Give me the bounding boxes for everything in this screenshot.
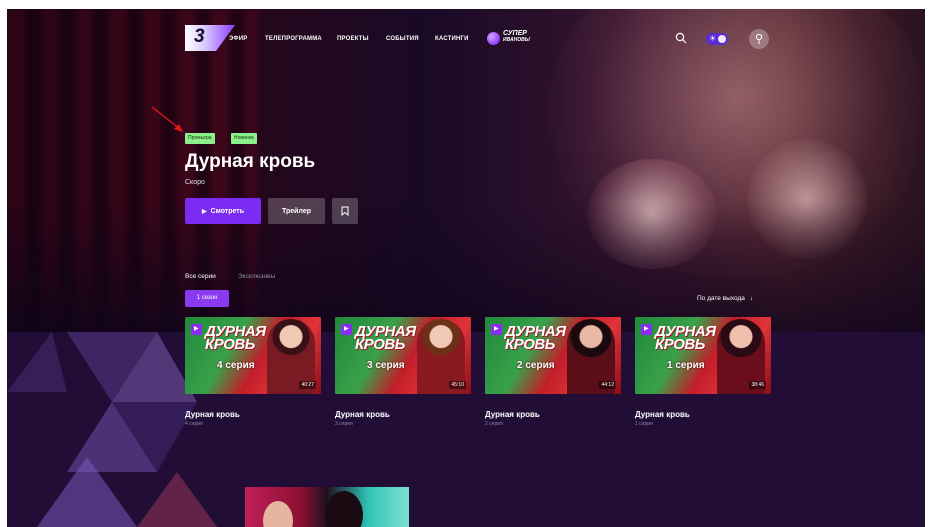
logo-number: 3 [194,26,205,47]
nav-item-events[interactable]: СОБЫТИЯ [386,36,419,42]
trailer-button[interactable]: Трейлер [268,198,325,224]
play-icon: ▶ [491,324,502,335]
episode-number: 3 серия [335,421,353,427]
nav-item-castings[interactable]: КАСТИНГИ [435,36,469,42]
sort-control[interactable]: По дате выхода ↓ [697,295,753,302]
play-icon: ▶ [341,324,352,335]
play-icon: ▶ [641,324,652,335]
episode-title[interactable]: Дурная кровь [485,410,540,419]
watch-button[interactable]: ▶ Смотреть [185,198,261,224]
duration-badge: 38:46 [749,381,766,389]
red-arrow-icon [151,106,183,132]
sort-label: По дате выхода [697,295,745,302]
play-icon: ▶ [191,324,202,335]
duration-badge: 40:27 [299,381,316,389]
tab-all-episodes[interactable]: Все серии [185,273,216,280]
episode-card[interactable]: ДУРНАЯ КРОВЬ 3 серия ▶ 45:10 Дурная кров… [335,317,471,427]
episode-thumbnail[interactable]: ДУРНАЯ КРОВЬ 1 серия ▶ 38:46 [635,317,771,394]
nav-item-efir[interactable]: ЭФИР [229,36,247,42]
episode-number: 2 серия [485,421,503,427]
brand-line2: ИВАНОВЫ [503,37,530,43]
thumbnail-logo: ДУРНАЯ КРОВЬ [355,323,416,353]
badge-new: Новинка [231,133,257,144]
brand-label: СУПЕР ИВАНОВЫ [503,30,530,44]
nav-item-projects[interactable]: ПРОЕКТЫ [337,36,369,42]
play-icon: ▶ [201,208,207,215]
channel-logo[interactable]: 3 [185,25,235,51]
watch-label: Смотреть [210,207,245,215]
episode-card[interactable]: ДУРНАЯ КРОВЬ 2 серия ▶ 44:12 Дурная кров… [485,317,621,427]
promo-person-art [263,501,293,527]
show-status: Скоро [185,179,205,186]
promo-person-art [325,491,363,527]
badge-premiere: Премьера [185,133,215,144]
sun-icon: ☀ [709,34,717,43]
nav-item-schedule[interactable]: ТЕЛЕПРОГРАММА [265,36,322,42]
thumbnail-episode-label: 4 серия [217,360,255,371]
trailer-label: Трейлер [281,207,311,215]
episode-thumbnail[interactable]: ДУРНАЯ КРОВЬ 4 серия ▶ 40:27 [185,317,321,394]
toggle-knob [718,35,726,43]
season-selector[interactable]: 1 сезон [185,290,229,307]
brand-line1: СУПЕР [503,30,527,37]
thumbnail-episode-label: 2 серия [517,360,555,371]
bookmark-button[interactable] [332,198,358,224]
profile-button[interactable] [749,29,769,49]
thumbnail-episode-label: 1 серия [667,360,705,371]
search-icon[interactable] [675,32,687,44]
episode-title[interactable]: Дурная кровь [635,410,690,419]
arrow-down-icon: ↓ [749,295,753,302]
app-frame: 3 ЭФИР ТЕЛЕПРОГРАММА ПРОЕКТЫ СОБЫТИЯ КАС… [7,9,925,527]
episode-card[interactable]: ДУРНАЯ КРОВЬ 4 серия ▶ 40:27 Дурная кров… [185,317,321,427]
tab-exclusives[interactable]: Эксклюзивы [238,273,275,280]
brand-icon [487,32,500,45]
bookmark-icon [341,206,349,216]
episode-number: 1 серия [635,421,653,427]
episode-title[interactable]: Дурная кровь [335,410,390,419]
thumbnail-logo: ДУРНАЯ КРОВЬ [505,323,566,353]
episode-thumbnail[interactable]: ДУРНАЯ КРОВЬ 3 серия ▶ 45:10 [335,317,471,394]
logo-shape [185,25,235,51]
duration-badge: 44:12 [599,381,616,389]
promo-thumbnail[interactable] [245,487,409,527]
theme-toggle[interactable]: ☀ [706,33,728,45]
show-title: Дурная кровь [185,151,316,172]
episode-card[interactable]: ДУРНАЯ КРОВЬ 1 серия ▶ 38:46 Дурная кров… [635,317,771,427]
episode-thumbnail[interactable]: ДУРНАЯ КРОВЬ 2 серия ▶ 44:12 [485,317,621,394]
thumbnail-logo: ДУРНАЯ КРОВЬ [205,323,266,353]
episode-number: 4 серия [185,421,203,427]
top-navigation: 3 ЭФИР ТЕЛЕПРОГРАММА ПРОЕКТЫ СОБЫТИЯ КАС… [7,9,925,64]
episode-title[interactable]: Дурная кровь [185,410,240,419]
user-icon [755,33,763,44]
thumbnail-logo: ДУРНАЯ КРОВЬ [655,323,716,353]
super-ivanovy-link[interactable]: СУПЕР ИВАНОВЫ [487,30,533,48]
thumbnail-episode-label: 3 серия [367,360,405,371]
duration-badge: 45:10 [449,381,466,389]
